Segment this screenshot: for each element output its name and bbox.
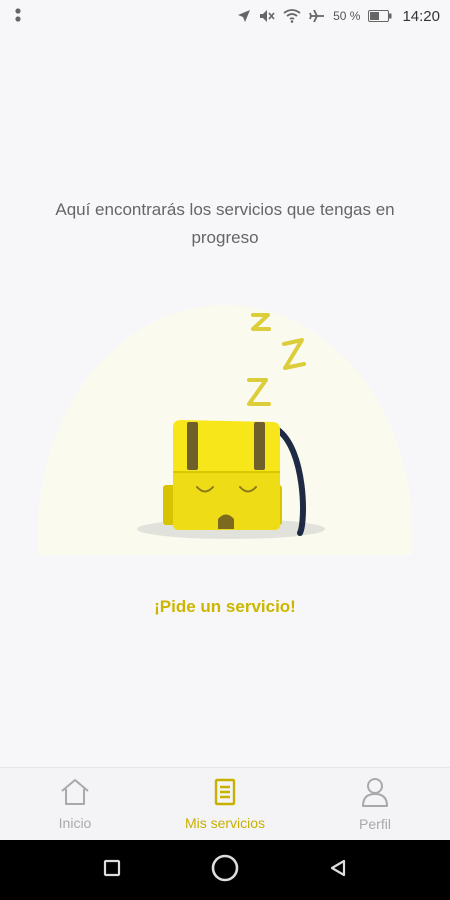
person-icon xyxy=(360,777,390,812)
nav-item-mis-servicios[interactable]: Mis servicios xyxy=(150,768,300,840)
circle-icon xyxy=(210,853,240,888)
nav-item-perfil[interactable]: Perfil xyxy=(300,768,450,840)
menu-dots-icon xyxy=(14,7,22,26)
location-arrow-icon xyxy=(237,9,251,23)
nav-label-inicio: Inicio xyxy=(58,814,92,831)
request-service-link[interactable]: ¡Pide un servicio! xyxy=(0,597,450,617)
sleeping-backpack-illustration xyxy=(0,300,450,565)
bottom-navigation: Inicio Mis servicios Perfil xyxy=(0,767,450,840)
back-button[interactable] xyxy=(282,840,395,900)
nav-label-perfil: Perfil xyxy=(359,815,391,832)
status-right: 50 % 14:20 xyxy=(237,8,440,25)
mute-icon xyxy=(259,9,275,23)
back-triangle-icon xyxy=(329,859,347,882)
home-button[interactable] xyxy=(169,840,282,900)
recent-apps-button[interactable] xyxy=(56,840,169,900)
android-navigation-bar xyxy=(0,840,450,900)
battery-icon xyxy=(368,10,392,22)
wifi-icon xyxy=(283,9,301,23)
battery-percent: 50 % xyxy=(333,9,361,23)
clock: 14:20 xyxy=(402,7,440,25)
empty-state-message: Aquí encontrarás los servicios que tenga… xyxy=(55,200,395,247)
home-icon xyxy=(59,778,91,811)
status-left xyxy=(14,7,22,26)
status-bar: 50 % 14:20 xyxy=(0,0,450,32)
square-icon xyxy=(103,859,121,882)
nav-item-inicio[interactable]: Inicio xyxy=(0,768,150,840)
nav-label-mis-servicios: Mis servicios xyxy=(184,814,266,831)
document-icon xyxy=(212,778,238,811)
airplane-icon xyxy=(309,9,325,23)
